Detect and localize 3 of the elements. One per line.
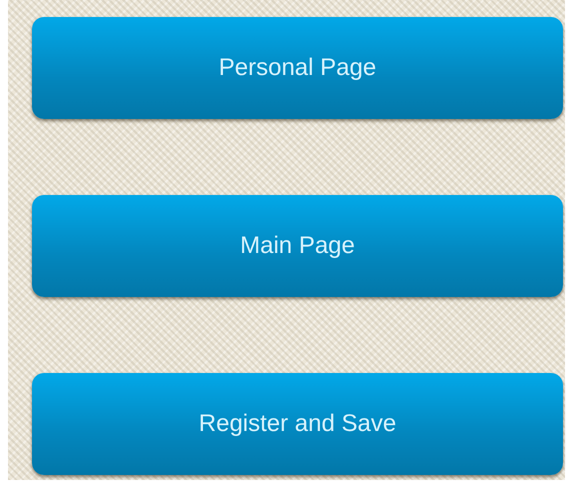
nav-button[interactable]: Personal Page	[32, 17, 563, 119]
nav-button[interactable]: Register and Save	[32, 373, 563, 475]
nav-button[interactable]: Main Page	[32, 195, 563, 297]
